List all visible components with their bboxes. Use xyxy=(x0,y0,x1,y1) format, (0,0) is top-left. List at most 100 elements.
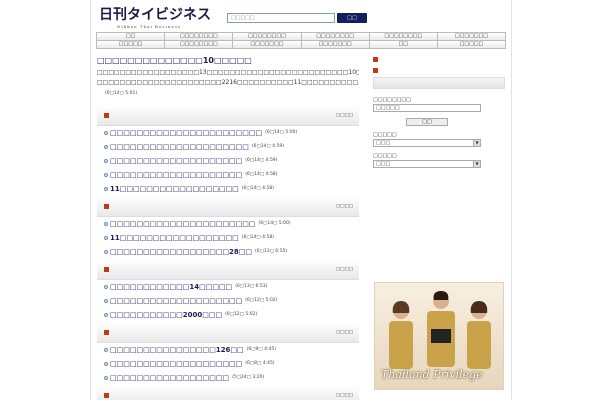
nav-item[interactable]: □□□□□□□□ xyxy=(233,33,302,41)
featured-summary: □□□□□□□□□□□□□□□□□□13□□□□□□□□□□□□□□□□□□□□… xyxy=(97,68,359,88)
item-title[interactable]: □□□□□□□□□□□□□□□□□□□□ xyxy=(110,157,242,165)
item-title[interactable]: □□□□□□□□□□□□□□□□□□ xyxy=(110,374,229,382)
section-header: □□□□ xyxy=(97,386,359,400)
list-item[interactable]: □□□□□□□□□□□□□□□□□□□□ (6□14□ 4:58) xyxy=(97,168,359,182)
item-title[interactable]: □□□□□□□□□□□□□□□□□□□□ xyxy=(110,297,242,305)
item-date: (6□12□ 5:02) xyxy=(245,298,278,303)
item-title[interactable]: □□□□□□□□□□□□□□□□126□□ xyxy=(110,346,244,354)
news-section: □□□□ □□□□□□□□□□□□□□□□126□□ (6□9□ 4:45) □□… xyxy=(97,323,359,385)
archive-select[interactable]: □□□ ▼ xyxy=(373,160,481,168)
list-item[interactable]: □□□□□□□□□□□□□□□□□□□□□ (6□14□ 4:59) xyxy=(97,140,359,154)
summary-line: □□□□□□□□□□□□□□□□□□13□□□□□□□□□□□□□□□□□□□□… xyxy=(97,69,359,76)
item-title[interactable]: □□□□□□□□□□□□14□□□□□ xyxy=(110,283,232,291)
dropdown-arrow-icon[interactable]: ▼ xyxy=(473,161,480,167)
nav-item[interactable]: □□□□□□□ xyxy=(437,33,507,41)
item-title[interactable]: □□□□□□□□□□□□□□□□□□□□ xyxy=(110,360,242,368)
list-item[interactable]: □□□□□□□□□□□□□□□□□□□□ (6□12□ 5:02) xyxy=(97,294,359,308)
item-title[interactable]: 11□□□□□□□□□□□□□□□□□□ xyxy=(110,185,239,193)
bullet-icon xyxy=(104,187,108,191)
more-link[interactable]: □□□□ xyxy=(336,393,353,398)
bullet-icon xyxy=(104,236,108,240)
news-section: □□□□ □□□□□□□□□□□□□□□□□□□□□□ (6□14□ 5:00) … xyxy=(97,197,359,259)
nav-item[interactable]: □□□□□□□□ xyxy=(369,33,438,41)
list-item[interactable]: □□□□□□□□□□□□□□□□□□□□ (6□14□ 4:59) xyxy=(97,154,359,168)
main-nav: □□ □□□□□□□□ □□□□□□□□ □□□□□□□□ □□□□□□□□ □… xyxy=(96,32,507,49)
item-date: (6□13□ 6:55) xyxy=(255,249,288,254)
item-title[interactable]: □□□□□□□□□□□□□□□□□□□□□□ xyxy=(110,220,256,228)
section-marker-icon xyxy=(104,204,109,209)
section-header: □□□□ xyxy=(97,106,359,126)
featured-headline[interactable]: □□□□□□□□□□□□□□10□□□□□ xyxy=(97,56,359,65)
logo-subtitle: Nikkan Thai Business xyxy=(117,24,181,29)
news-section: □□□□ xyxy=(97,386,359,400)
section-marker-icon xyxy=(104,267,109,272)
nav-item[interactable]: □□□□□□□ xyxy=(233,41,302,49)
list-item[interactable]: □□□□□□□□□□□□14□□□□□ (6□13□ 6:53) xyxy=(97,280,359,294)
section-marker-icon xyxy=(104,393,109,398)
item-title[interactable]: □□□□□□□□□□□□□□□□□□□□□□□ xyxy=(110,129,262,137)
sidebar: □□□□□□□□ □□□□□ □□ □□□□□ □□□ ▼ □□□□□ □□□ … xyxy=(373,56,505,168)
item-title[interactable]: □□□□□□□□□□□□□□□□□□28□□ xyxy=(110,248,252,256)
section-header: □□□□ xyxy=(97,323,359,343)
list-item[interactable]: □□□□□□□□□□□□□□□□□□□□□□ (6□14□ 5:00) xyxy=(97,217,359,231)
bullet-icon xyxy=(104,313,108,317)
list-item[interactable]: □□□□□□□□□□□□□□□□□□□□□□□ (6□14□ 5:00) xyxy=(97,126,359,140)
nav-item[interactable]: □□□□□□□□ xyxy=(165,33,234,41)
nav-item[interactable]: □□□□□ xyxy=(97,41,166,49)
item-date: (5□24□ 3:20) xyxy=(232,375,265,380)
nav-item[interactable]: □□□□□□□□ xyxy=(165,41,234,49)
item-date: (6□14□ 4:58) xyxy=(241,186,274,191)
list-item[interactable]: □□□□□□□□□□□□□□□□126□□ (6□9□ 4:45) xyxy=(97,343,359,357)
nav-item[interactable]: □□ xyxy=(369,41,438,49)
sidebar-header-bar xyxy=(373,77,505,89)
dropdown-arrow-icon[interactable]: ▼ xyxy=(473,140,480,146)
list-item[interactable]: 11□□□□□□□□□□□□□□□□□□ (6□14□ 4:58) xyxy=(97,182,359,196)
sidebar-search-input[interactable]: □□□□□ xyxy=(373,104,481,112)
more-link[interactable]: □□□□ xyxy=(336,113,353,118)
bullet-icon xyxy=(104,173,108,177)
list-item[interactable]: □□□□□□□□□□□□□□□□□□□□ (6□8□ 4:45) xyxy=(97,357,359,371)
advertisement-banner[interactable]: Thailand Privilege xyxy=(374,282,504,390)
sidebar-markers xyxy=(373,56,505,64)
item-date: (6□14□ 5:00) xyxy=(258,221,291,226)
item-date: (6□14□ 4:58) xyxy=(245,172,278,177)
item-title[interactable]: □□□□□□□□□□□2000□□□ xyxy=(110,311,222,319)
featured-article: □□□□□□□□□□□□□□10□□□□□ □□□□□□□□□□□□□□□□□□… xyxy=(97,56,359,96)
featured-date: (6□14□ 5:01) xyxy=(105,91,138,96)
item-title[interactable]: 11□□□□□□□□□□□□□□□□□□ xyxy=(110,234,239,242)
main-content: □□□□□□□□□□□□□□10□□□□□ □□□□□□□□□□□□□□□□□□… xyxy=(97,56,359,400)
section-marker-icon xyxy=(104,330,109,335)
nav-item[interactable]: □□□□□□□ xyxy=(301,41,370,49)
list-item[interactable]: □□□□□□□□□□□□□□□□□□ (5□24□ 3:20) xyxy=(97,371,359,385)
section-marker-icon xyxy=(373,57,378,62)
item-title[interactable]: □□□□□□□□□□□□□□□□□□□□ xyxy=(110,171,242,179)
nav-item[interactable]: □□ xyxy=(97,33,166,41)
list-item[interactable]: □□□□□□□□□□□□□□□□□□28□□ (6□13□ 6:55) xyxy=(97,245,359,259)
sidebar-search-button[interactable]: □□ xyxy=(406,118,448,126)
more-link[interactable]: □□□□ xyxy=(336,330,353,335)
search-button[interactable]: □□ xyxy=(337,13,367,23)
more-link[interactable]: □□□□ xyxy=(336,204,353,209)
bullet-icon xyxy=(104,159,108,163)
bullet-icon xyxy=(104,145,108,149)
sidebar-markers xyxy=(373,67,505,75)
list-item[interactable]: 11□□□□□□□□□□□□□□□□□□ (6□14□ 4:58) xyxy=(97,231,359,245)
nav-row-1: □□ □□□□□□□□ □□□□□□□□ □□□□□□□□ □□□□□□□□ □… xyxy=(97,33,507,41)
select-label: □□□□□ xyxy=(373,153,397,159)
nav-item[interactable]: □□□□□□□□ xyxy=(301,33,370,41)
category-select[interactable]: □□□ ▼ xyxy=(373,139,481,147)
nav-item[interactable]: □□□□□ xyxy=(437,41,507,49)
search-input[interactable]: □□□□□ xyxy=(227,13,335,23)
field-label: □□□□□□□□ xyxy=(373,97,411,103)
news-section: □□□□ □□□□□□□□□□□□□□□□□□□□□□□ (6□14□ 5:00)… xyxy=(97,106,359,196)
logo-title: 日刊タイビジネス xyxy=(99,7,211,23)
site-logo[interactable]: 日刊タイビジネス Nikkan Thai Business xyxy=(99,4,211,29)
item-date: (6□9□ 4:45) xyxy=(246,347,276,352)
item-title[interactable]: □□□□□□□□□□□□□□□□□□□□□ xyxy=(110,143,249,151)
list-item[interactable]: □□□□□□□□□□□2000□□□ (6□12□ 5:02) xyxy=(97,308,359,322)
nav-row-2: □□□□□ □□□□□□□□ □□□□□□□ □□□□□□□ □□ □□□□□ xyxy=(97,41,507,49)
section-marker-icon xyxy=(104,113,109,118)
bullet-icon xyxy=(104,222,108,226)
item-date: (6□8□ 4:45) xyxy=(245,361,275,366)
more-link[interactable]: □□□□ xyxy=(336,267,353,272)
